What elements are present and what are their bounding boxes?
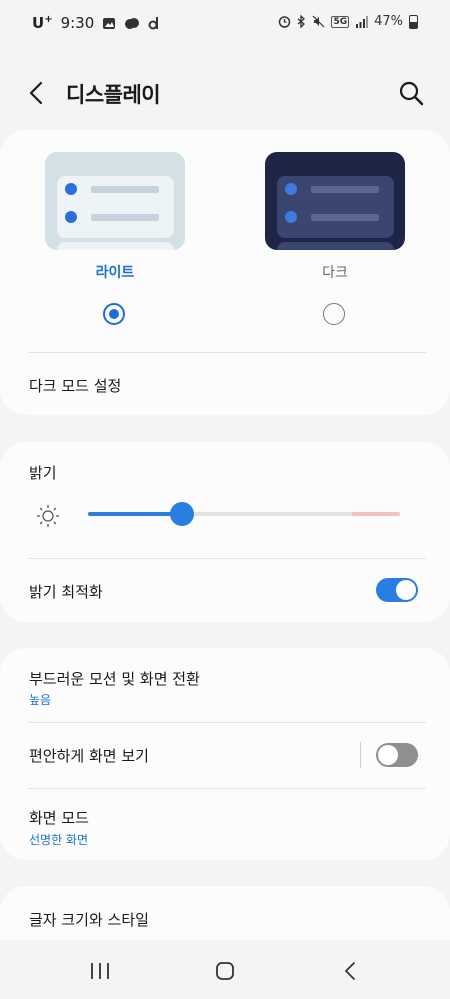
- preview-line: [91, 186, 159, 193]
- brightness-slider[interactable]: [88, 502, 400, 526]
- status-time: 9:30: [60, 14, 95, 32]
- chevron-left-icon[interactable]: [22, 78, 52, 108]
- weather-icon: [125, 17, 140, 29]
- adaptive-brightness-row[interactable]: 밝기 최적화: [0, 559, 450, 622]
- recent-apps-icon[interactable]: [80, 956, 120, 986]
- vertical-separator: [360, 742, 361, 768]
- bluetooth-icon: [298, 15, 306, 28]
- eye-comfort-row[interactable]: 편안하게 화면 보기: [0, 723, 450, 788]
- motion-smoothness-label: 부드러운 모션 및 화면 전환: [29, 670, 200, 688]
- light-theme-radio[interactable]: [103, 303, 125, 325]
- dark-theme-label: 다크: [322, 265, 348, 281]
- battery-icon: [409, 14, 418, 29]
- preview-panel: [57, 176, 174, 238]
- preview-line: [91, 214, 159, 221]
- toggle-knob: [378, 745, 398, 765]
- battery-fill: [410, 21, 417, 28]
- dark-mode-settings-row[interactable]: 다크 모드 설정: [0, 353, 450, 415]
- motion-smoothness-value: 높음: [29, 693, 52, 707]
- page-title: 디스플레이: [66, 83, 161, 107]
- home-icon[interactable]: [205, 956, 245, 986]
- brightness-card: 밝기 밝기 최적화: [0, 442, 450, 622]
- light-theme-option[interactable]: 라이트: [45, 152, 185, 325]
- preview-dot: [285, 183, 297, 195]
- preview-panel: [277, 176, 394, 238]
- brightness-thumb[interactable]: [169, 502, 194, 526]
- light-theme-preview: [45, 152, 185, 250]
- brightness-title: 밝기: [29, 464, 57, 482]
- dark-theme-preview: [265, 152, 405, 250]
- dark-theme-radio[interactable]: [323, 303, 345, 325]
- preview-dot: [65, 211, 77, 223]
- theme-card: 라이트 다크 다크 모드 설정: [0, 130, 450, 415]
- navigation-bar: [0, 940, 450, 999]
- sun-icon: [36, 504, 60, 528]
- toggle-knob: [396, 580, 416, 600]
- status-left: U+ 9:30: [32, 14, 160, 32]
- carrier-label: U+: [32, 14, 53, 32]
- eye-comfort-label: 편안하게 화면 보기: [29, 747, 149, 765]
- eye-comfort-toggle[interactable]: [376, 743, 418, 767]
- preview-line: [311, 214, 379, 221]
- adaptive-brightness-label: 밝기 최적화: [29, 583, 103, 601]
- signal-icon: [356, 15, 369, 28]
- screen-mode-row[interactable]: 화면 모드 선명한 화면: [0, 789, 450, 860]
- dark-theme-option[interactable]: 다크: [265, 152, 405, 325]
- preview-panel: [277, 242, 394, 250]
- preview-dot: [65, 183, 77, 195]
- font-size-style-label: 글자 크기와 스타일: [29, 911, 149, 929]
- status-bar: U+ 9:30 5G 47%: [0, 0, 450, 50]
- app-header: 디스플레이: [0, 60, 450, 126]
- battery-percent: 47%: [374, 14, 403, 29]
- gallery-icon: [103, 17, 116, 29]
- screen-mode-value: 선명한 화면: [29, 833, 89, 847]
- light-theme-label: 라이트: [95, 265, 135, 281]
- alarm-icon: [279, 16, 291, 28]
- preview-dot: [285, 211, 297, 223]
- motion-smoothness-row[interactable]: 부드러운 모션 및 화면 전환 높음: [0, 648, 450, 722]
- brightness-fill: [88, 512, 182, 516]
- display-options-card: 부드러운 모션 및 화면 전환 높음 편안하게 화면 보기 화면 모드 선명한 …: [0, 648, 450, 860]
- search-icon[interactable]: [396, 78, 426, 108]
- d-app-icon: [148, 17, 159, 30]
- dark-mode-settings-label: 다크 모드 설정: [29, 377, 122, 395]
- preview-panel: [57, 242, 174, 250]
- screen-mode-label: 화면 모드: [29, 809, 89, 827]
- status-right: 5G 47%: [278, 14, 418, 29]
- back-nav-icon[interactable]: [330, 956, 370, 986]
- network-badge: 5G: [331, 15, 350, 28]
- mute-icon: [313, 15, 325, 28]
- adaptive-brightness-toggle[interactable]: [376, 578, 418, 602]
- brightness-high-zone: [352, 512, 400, 516]
- preview-line: [311, 186, 379, 193]
